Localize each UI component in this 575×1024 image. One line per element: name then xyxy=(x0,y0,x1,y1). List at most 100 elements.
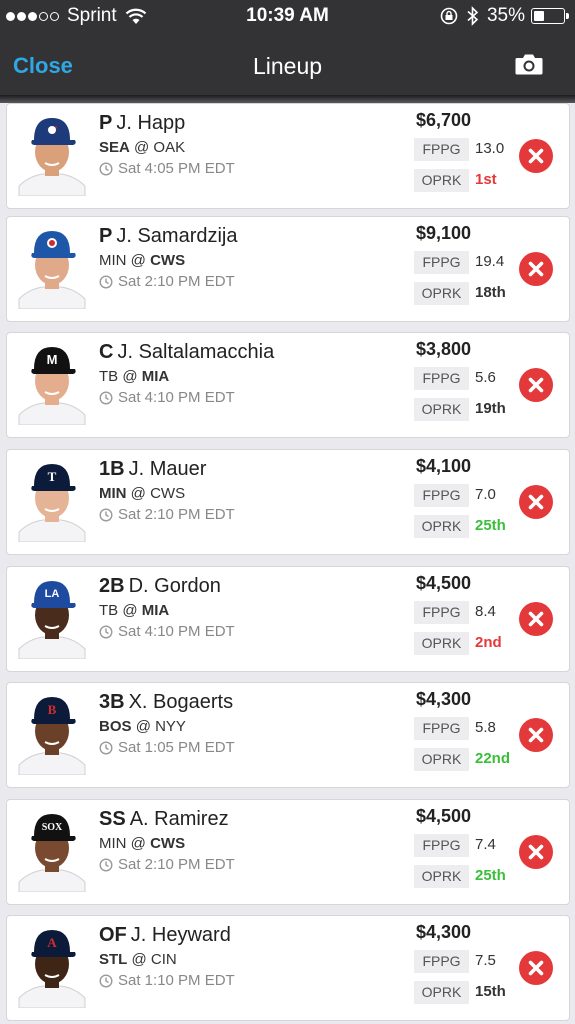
svg-text:B: B xyxy=(48,702,57,717)
fppg-label: FPPG xyxy=(414,251,469,274)
clock-icon xyxy=(99,390,113,405)
fppg-stat: FPPG 7.0 xyxy=(414,484,504,507)
player-photo xyxy=(17,108,87,196)
opponent-abbr: CWS xyxy=(150,252,186,269)
fppg-stat: FPPG 7.4 xyxy=(414,834,504,857)
matchup-at: @ xyxy=(135,718,151,735)
player-card[interactable]: M C J. Saltalamacchia TB @ MIA Sat 4:10 PM E… xyxy=(6,332,570,438)
opponent-abbr: MIA xyxy=(141,368,170,385)
player-name: J. Saltalamacchia xyxy=(117,341,275,363)
remove-player-button[interactable] xyxy=(519,718,553,752)
team-abbr: TB xyxy=(99,602,119,619)
player-card[interactable]: B 3B X. Bogaerts BOS @ NYY Sat 1:05 PM EDT $4… xyxy=(6,682,570,788)
matchup: BOS @ NYY xyxy=(99,718,409,735)
oprk-label: OPRK xyxy=(414,398,469,421)
oprk-label: OPRK xyxy=(414,632,469,655)
fppg-value: 7.4 xyxy=(475,836,496,853)
player-position: P xyxy=(99,225,113,247)
remove-player-button[interactable] xyxy=(519,602,553,636)
player-name-line: SS A. Ramirez xyxy=(99,808,409,831)
player-card[interactable]: P J. Happ SEA @ OAK Sat 4:05 PM EDT $6,700 FP… xyxy=(6,103,570,209)
close-icon xyxy=(528,611,544,627)
close-icon xyxy=(528,960,544,976)
player-info: SS A. Ramirez MIN @ CWS Sat 2:10 PM EDT xyxy=(99,808,409,873)
clock-icon xyxy=(99,161,113,176)
oprk-label: OPRK xyxy=(414,282,469,305)
fppg-stat: FPPG 5.8 xyxy=(414,717,504,740)
player-name: J. Mauer xyxy=(128,458,207,480)
remove-player-button[interactable] xyxy=(519,835,553,869)
opponent-abbr: NYY xyxy=(155,718,186,735)
player-position: 2B xyxy=(99,575,125,597)
oprk-label: OPRK xyxy=(414,748,469,771)
remove-player-button[interactable] xyxy=(519,485,553,519)
player-card[interactable]: A OF J. Heyward STL @ CIN Sat 1:10 PM EDT $4,… xyxy=(6,915,570,1021)
player-position: SS xyxy=(99,808,126,830)
player-photo: A xyxy=(17,920,87,1008)
game-time: Sat 4:10 PM EDT xyxy=(99,389,409,406)
fppg-label: FPPG xyxy=(414,484,469,507)
player-card[interactable]: SOX SS A. Ramirez MIN @ CWS Sat 2:10 PM EDT $… xyxy=(6,799,570,905)
clock-icon xyxy=(99,973,113,988)
camera-icon[interactable] xyxy=(515,53,543,75)
fppg-label: FPPG xyxy=(414,834,469,857)
opponent-abbr: CWS xyxy=(150,835,186,852)
player-name-line: P J. Happ xyxy=(99,112,409,135)
page-title: Lineup xyxy=(252,53,323,79)
nav-divider xyxy=(0,95,575,103)
clock-icon xyxy=(99,624,113,639)
oprk-value: 15th xyxy=(475,983,506,1000)
remove-player-button[interactable] xyxy=(519,368,553,402)
oprk-stat: OPRK 19th xyxy=(414,398,506,421)
player-name-line: C J. Saltalamacchia xyxy=(99,341,409,364)
svg-text:T: T xyxy=(48,469,57,484)
matchup-at: @ xyxy=(130,252,146,269)
close-icon xyxy=(528,494,544,510)
matchup: MIN @ CWS xyxy=(99,835,409,852)
oprk-value: 1st xyxy=(475,171,497,188)
game-time-text: Sat 1:10 PM EDT xyxy=(118,972,235,989)
game-time: Sat 1:10 PM EDT xyxy=(99,972,409,989)
team-abbr: MIN xyxy=(99,835,127,852)
oprk-stat: OPRK 15th xyxy=(414,981,506,1004)
matchup: MIN @ CWS xyxy=(99,252,409,269)
rotation-lock-icon xyxy=(440,7,458,25)
game-time: Sat 1:05 PM EDT xyxy=(99,739,409,756)
matchup-at: @ xyxy=(134,139,150,156)
oprk-stat: OPRK 1st xyxy=(414,169,504,192)
clock-icon xyxy=(99,274,113,289)
player-position: 1B xyxy=(99,458,125,480)
oprk-value: 19th xyxy=(475,400,506,417)
player-name: J. Heyward xyxy=(130,924,231,946)
player-name: X. Bogaerts xyxy=(128,691,234,713)
close-icon xyxy=(528,377,544,393)
fppg-value: 7.5 xyxy=(475,952,496,969)
team-abbr: SEA xyxy=(99,139,130,156)
matchup: TB @ MIA xyxy=(99,602,409,619)
remove-player-button[interactable] xyxy=(519,252,553,286)
oprk-label: OPRK xyxy=(414,515,469,538)
player-salary: $4,500 xyxy=(416,806,472,826)
player-card[interactable]: T 1B J. Mauer MIN @ CWS Sat 2:10 PM EDT $4,10… xyxy=(6,449,570,555)
remove-player-button[interactable] xyxy=(519,139,553,173)
player-photo: M xyxy=(17,337,87,425)
player-info: P J. Samardzija MIN @ CWS Sat 2:10 PM EDT xyxy=(99,225,409,290)
player-position: 3B xyxy=(99,691,125,713)
bluetooth-icon xyxy=(467,6,479,26)
player-card[interactable]: P J. Samardzija MIN @ CWS Sat 2:10 PM EDT $9… xyxy=(6,216,570,322)
game-time: Sat 2:10 PM EDT xyxy=(99,856,409,873)
clock-icon xyxy=(99,507,113,522)
oprk-value: 25th xyxy=(475,517,506,534)
game-time: Sat 4:10 PM EDT xyxy=(99,623,409,640)
remove-player-button[interactable] xyxy=(519,951,553,985)
fppg-value: 7.0 xyxy=(475,486,496,503)
player-info: 3B X. Bogaerts BOS @ NYY Sat 1:05 PM EDT xyxy=(99,691,409,756)
oprk-value: 25th xyxy=(475,867,506,884)
oprk-stat: OPRK 25th xyxy=(414,515,506,538)
game-time-text: Sat 4:10 PM EDT xyxy=(118,623,235,640)
player-salary: $6,700 xyxy=(416,110,472,130)
player-info: P J. Happ SEA @ OAK Sat 4:05 PM EDT xyxy=(99,112,409,177)
player-name-line: P J. Samardzija xyxy=(99,225,409,248)
team-abbr: TB xyxy=(99,368,119,385)
player-card[interactable]: LA 2B D. Gordon TB @ MIA Sat 4:10 PM EDT $4,5… xyxy=(6,566,570,672)
